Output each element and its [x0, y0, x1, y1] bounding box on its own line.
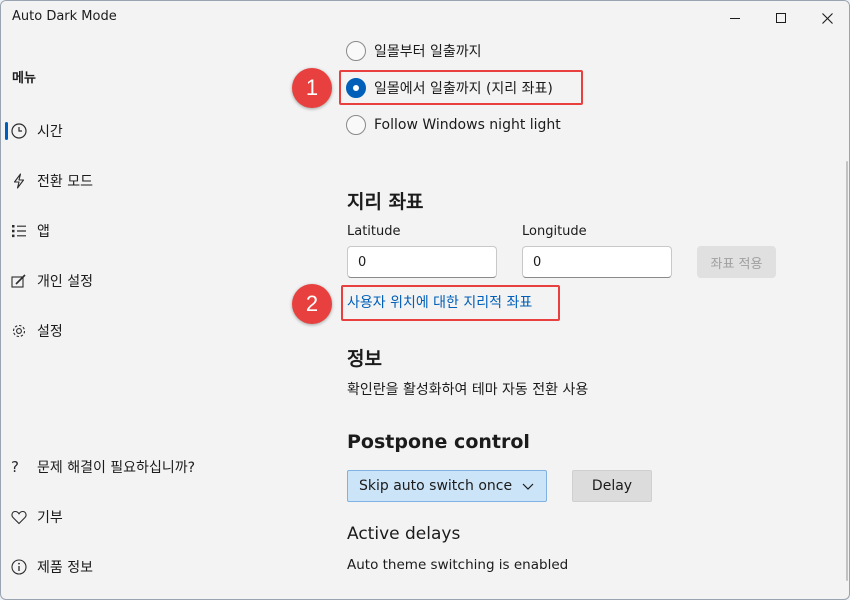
clock-icon [11, 123, 37, 139]
maximize-icon [776, 13, 786, 23]
title-bar: Auto Dark Mode [1, 1, 849, 35]
list-icon [11, 223, 37, 239]
lightning-icon [11, 173, 37, 189]
maximize-button[interactable] [758, 1, 804, 35]
info-section-title: 정보 [347, 348, 382, 370]
info-text: 확인란을 활성화하여 테마 자동 전환 사용 [347, 382, 589, 398]
window-title: Auto Dark Mode [12, 9, 117, 24]
sidebar-item-time[interactable]: 시간 [5, 113, 285, 149]
radio-button[interactable] [346, 115, 366, 135]
radio-button[interactable] [346, 41, 366, 61]
sidebar-item-switch-mode[interactable]: 전환 모드 [5, 163, 285, 199]
radio-follow-windows-night-light[interactable]: Follow Windows night light [346, 113, 561, 137]
callout-box-1 [339, 70, 583, 105]
latitude-label: Latitude [347, 224, 401, 239]
sidebar-item-label: 기부 [37, 510, 63, 526]
sidebar-item-settings[interactable]: 설정 [5, 313, 285, 349]
sidebar-item-label: 전환 모드 [37, 174, 93, 190]
menu-header: 메뉴 [12, 71, 36, 86]
longitude-label: Longitude [522, 224, 587, 239]
paint-icon [11, 273, 37, 289]
callout-box-2 [341, 285, 560, 321]
minimize-icon [730, 17, 740, 19]
radio-label: 일몰부터 일출까지 [374, 44, 482, 60]
sidebar-item-personalization[interactable]: 개인 설정 [5, 263, 285, 299]
sidebar-item-donate[interactable]: 기부 [5, 499, 285, 535]
sidebar-item-label: 시간 [37, 124, 63, 140]
sidebar-item-about[interactable]: 제품 정보 [5, 549, 285, 585]
delay-button[interactable]: Delay [572, 470, 652, 502]
geo-section-title: 지리 좌표 [347, 191, 424, 213]
question-icon: ? [11, 458, 19, 476]
gear-icon [11, 323, 37, 339]
close-icon [821, 12, 833, 24]
chevron-down-icon [522, 483, 534, 490]
apply-coordinates-button[interactable]: 좌표 적용 [697, 246, 776, 278]
postpone-dropdown[interactable]: Skip auto switch once [347, 470, 547, 502]
radio-sunset-to-sunrise[interactable]: 일몰부터 일출까지 [346, 39, 482, 63]
sidebar-item-label: 문제 해결이 필요하십니까? [37, 460, 196, 476]
radio-label: Follow Windows night light [374, 117, 561, 133]
callout-badge-1: 1 [292, 68, 332, 108]
sidebar: 메뉴 시간 전환 모드 앱 개인 설정 설정 ? 문제 해결이 필요하십니까? … [1, 35, 291, 599]
dropdown-value: Skip auto switch once [359, 478, 513, 494]
info-icon [11, 559, 37, 575]
app-window: Auto Dark Mode 메뉴 시간 전환 모드 앱 개인 설정 설정 ? … [0, 0, 850, 600]
sidebar-item-label: 설정 [37, 324, 63, 340]
latitude-input[interactable] [347, 246, 497, 278]
scrollbar[interactable] [846, 161, 848, 581]
minimize-button[interactable] [712, 1, 758, 35]
sidebar-item-label: 개인 설정 [37, 274, 93, 290]
sidebar-item-troubleshoot[interactable]: ? 문제 해결이 필요하십니까? [5, 449, 285, 485]
sidebar-item-label: 제품 정보 [37, 560, 93, 576]
sidebar-item-label: 앱 [37, 224, 50, 240]
longitude-input[interactable] [522, 246, 672, 278]
switching-status-text: Auto theme switching is enabled [347, 557, 569, 573]
active-delays-title: Active delays [347, 524, 461, 544]
sidebar-item-apps[interactable]: 앱 [5, 213, 285, 249]
postpone-section-title: Postpone control [347, 431, 530, 453]
heart-icon [11, 510, 37, 525]
close-button[interactable] [804, 1, 849, 35]
callout-badge-2: 2 [292, 284, 332, 324]
